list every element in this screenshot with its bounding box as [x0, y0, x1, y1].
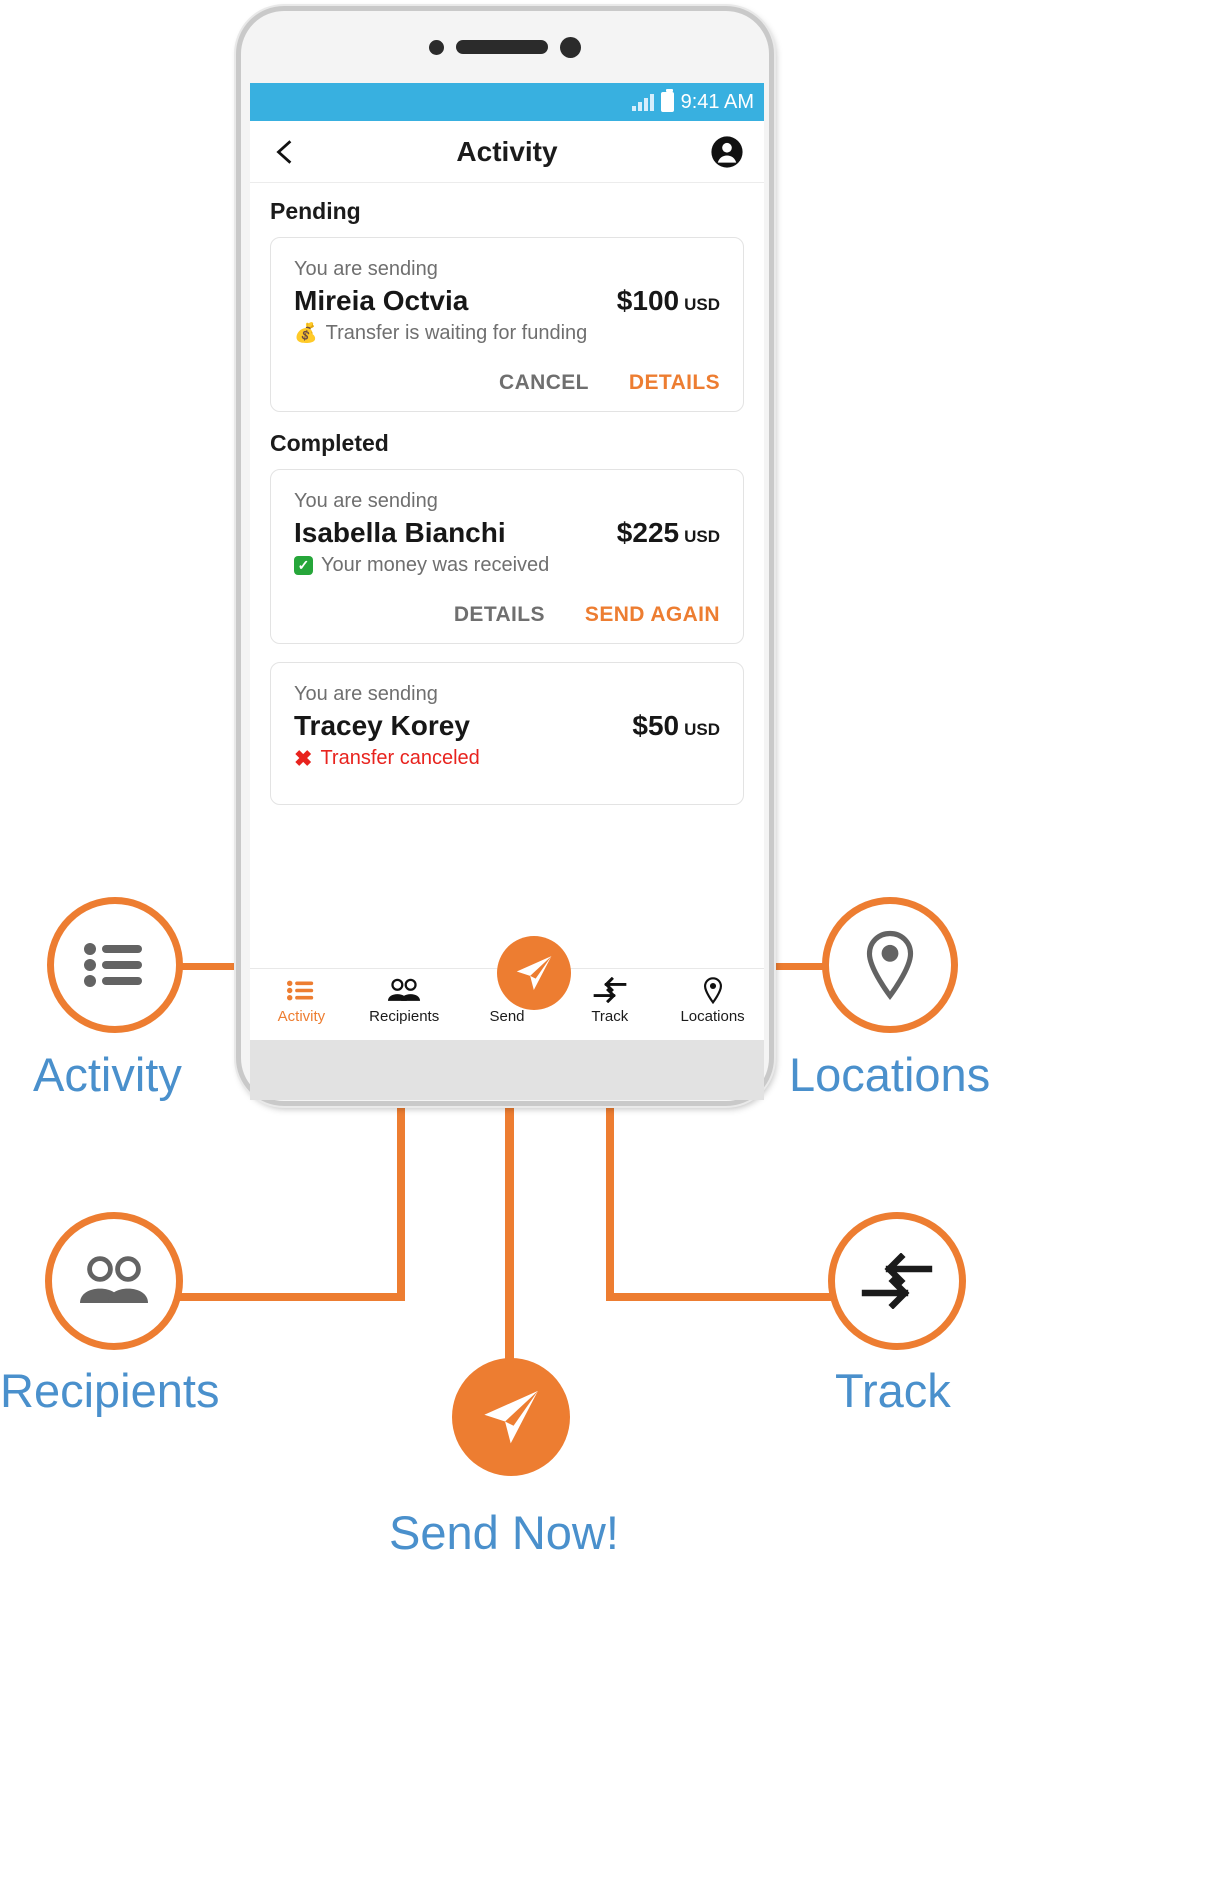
connector-track-horizontal	[606, 1293, 836, 1301]
section-title-completed: Completed	[270, 430, 389, 456]
screenshot-root: Activity Locations Recipients Track Send…	[0, 0, 1232, 1902]
people-group-icon	[387, 977, 421, 1003]
callout-label-recipients: Recipients	[0, 1364, 220, 1417]
transfer-currency: USD	[684, 720, 720, 739]
card-main-row: Tracey Korey $50 USD	[294, 710, 720, 742]
callout-label-track: Track	[835, 1364, 951, 1417]
card-subtitle: You are sending	[294, 683, 438, 705]
back-chevron-icon[interactable]	[272, 139, 298, 165]
track-arrows-icon	[593, 977, 627, 1003]
tab-label: Send	[489, 1008, 525, 1025]
status-text: Transfer is waiting for funding	[325, 322, 588, 344]
section-title-pending: Pending	[270, 198, 361, 224]
transfer-currency: USD	[684, 295, 720, 314]
paper-plane-icon	[516, 956, 552, 991]
tab-label: Recipients	[369, 1008, 440, 1025]
details-button[interactable]: DETAILS	[454, 603, 545, 627]
amount-group: $225 USD	[617, 517, 720, 549]
phone-earpiece-area	[241, 11, 769, 83]
green-check-emoji: ✓	[294, 556, 313, 575]
amount-group: $50 USD	[632, 710, 720, 742]
status-text: Transfer canceled	[320, 747, 480, 769]
red-cross-emoji: ✖	[294, 745, 313, 771]
callout-label-send-now: Send Now!	[389, 1506, 619, 1559]
callout-recipients[interactable]	[45, 1212, 183, 1350]
send-again-button[interactable]: SEND AGAIN	[585, 603, 720, 627]
list-bullet-icon	[287, 977, 315, 1003]
page-title: Activity	[456, 135, 558, 167]
status-time: 9:41 AM	[680, 90, 754, 113]
amount-group: $100 USD	[617, 285, 720, 317]
transfer-status: ✖ Transfer canceled	[294, 747, 720, 770]
details-button[interactable]: DETAILS	[629, 371, 720, 395]
activity-list[interactable]: Pending You are sending Mireia Octvia $1…	[250, 198, 764, 1040]
card-actions: CANCEL DETAILS	[294, 371, 720, 395]
callout-locations[interactable]	[822, 897, 958, 1033]
tab-locations[interactable]: Locations	[661, 969, 764, 1025]
track-arrows-icon	[861, 1253, 933, 1309]
send-fab-button[interactable]	[497, 936, 571, 1010]
recipient-name: Tracey Korey	[294, 710, 470, 741]
callout-label-activity: Activity	[33, 1048, 182, 1101]
status-bar: 9:41 AM	[250, 83, 764, 121]
money-bag-emoji: 💰	[294, 323, 318, 344]
map-pin-icon	[702, 976, 724, 1004]
phone-bottom-bezel	[250, 1040, 764, 1100]
callout-label-locations: Locations	[789, 1048, 991, 1101]
card-main-row: Isabella Bianchi $225 USD	[294, 517, 720, 549]
paper-plane-icon	[484, 1390, 538, 1444]
phone-device-frame: 9:41 AM Activity Pending You are sending…	[236, 6, 774, 1106]
app-bar: Activity	[250, 121, 764, 183]
earpiece-speaker	[456, 40, 548, 54]
transfer-currency: USD	[684, 527, 720, 546]
transfer-card[interactable]: You are sending Isabella Bianchi $225 USD…	[270, 469, 744, 644]
recipient-name: Isabella Bianchi	[294, 517, 506, 548]
card-subtitle: You are sending	[294, 258, 438, 280]
card-main-row: Mireia Octvia $100 USD	[294, 285, 720, 317]
battery-icon	[660, 89, 674, 112]
callout-activity[interactable]	[47, 897, 183, 1033]
tab-label: Locations	[680, 1008, 745, 1025]
status-text: Your money was received	[321, 554, 550, 576]
transfer-status: ✓ Your money was received	[294, 554, 720, 577]
signal-bars-icon	[631, 93, 654, 111]
proximity-sensor-icon	[560, 36, 581, 58]
bottom-tab-bar: Activity Recipients Send Track Locations	[250, 936, 764, 1040]
tab-label: Track	[591, 1008, 629, 1025]
recipient-name: Mireia Octvia	[294, 285, 469, 316]
phone-screen: 9:41 AM Activity Pending You are sending…	[250, 83, 764, 1040]
list-bullet-icon	[84, 943, 142, 987]
tab-recipients[interactable]: Recipients	[353, 969, 456, 1025]
transfer-status: 💰 Transfer is waiting for funding	[294, 322, 720, 345]
account-avatar-icon[interactable]	[710, 135, 744, 169]
card-actions: DETAILS SEND AGAIN	[294, 603, 720, 627]
card-subtitle: You are sending	[294, 490, 438, 512]
connector-recipients-horizontal	[175, 1293, 405, 1301]
map-pin-icon	[866, 930, 914, 1001]
transfer-card[interactable]: You are sending Tracey Korey $50 USD ✖ Tr…	[270, 662, 744, 805]
callout-track[interactable]	[828, 1212, 966, 1350]
transfer-card[interactable]: You are sending Mireia Octvia $100 USD 💰 …	[270, 237, 744, 412]
front-camera-icon	[429, 39, 444, 55]
callout-send-now[interactable]	[452, 1358, 570, 1476]
tab-activity[interactable]: Activity	[250, 969, 353, 1025]
people-group-icon	[80, 1256, 148, 1303]
transfer-amount: $50	[632, 710, 680, 741]
tab-track[interactable]: Track	[558, 969, 661, 1025]
transfer-amount: $225	[616, 517, 680, 548]
tab-label: Activity	[277, 1008, 326, 1025]
transfer-amount: $100	[616, 285, 680, 316]
cancel-button[interactable]: CANCEL	[499, 371, 589, 395]
